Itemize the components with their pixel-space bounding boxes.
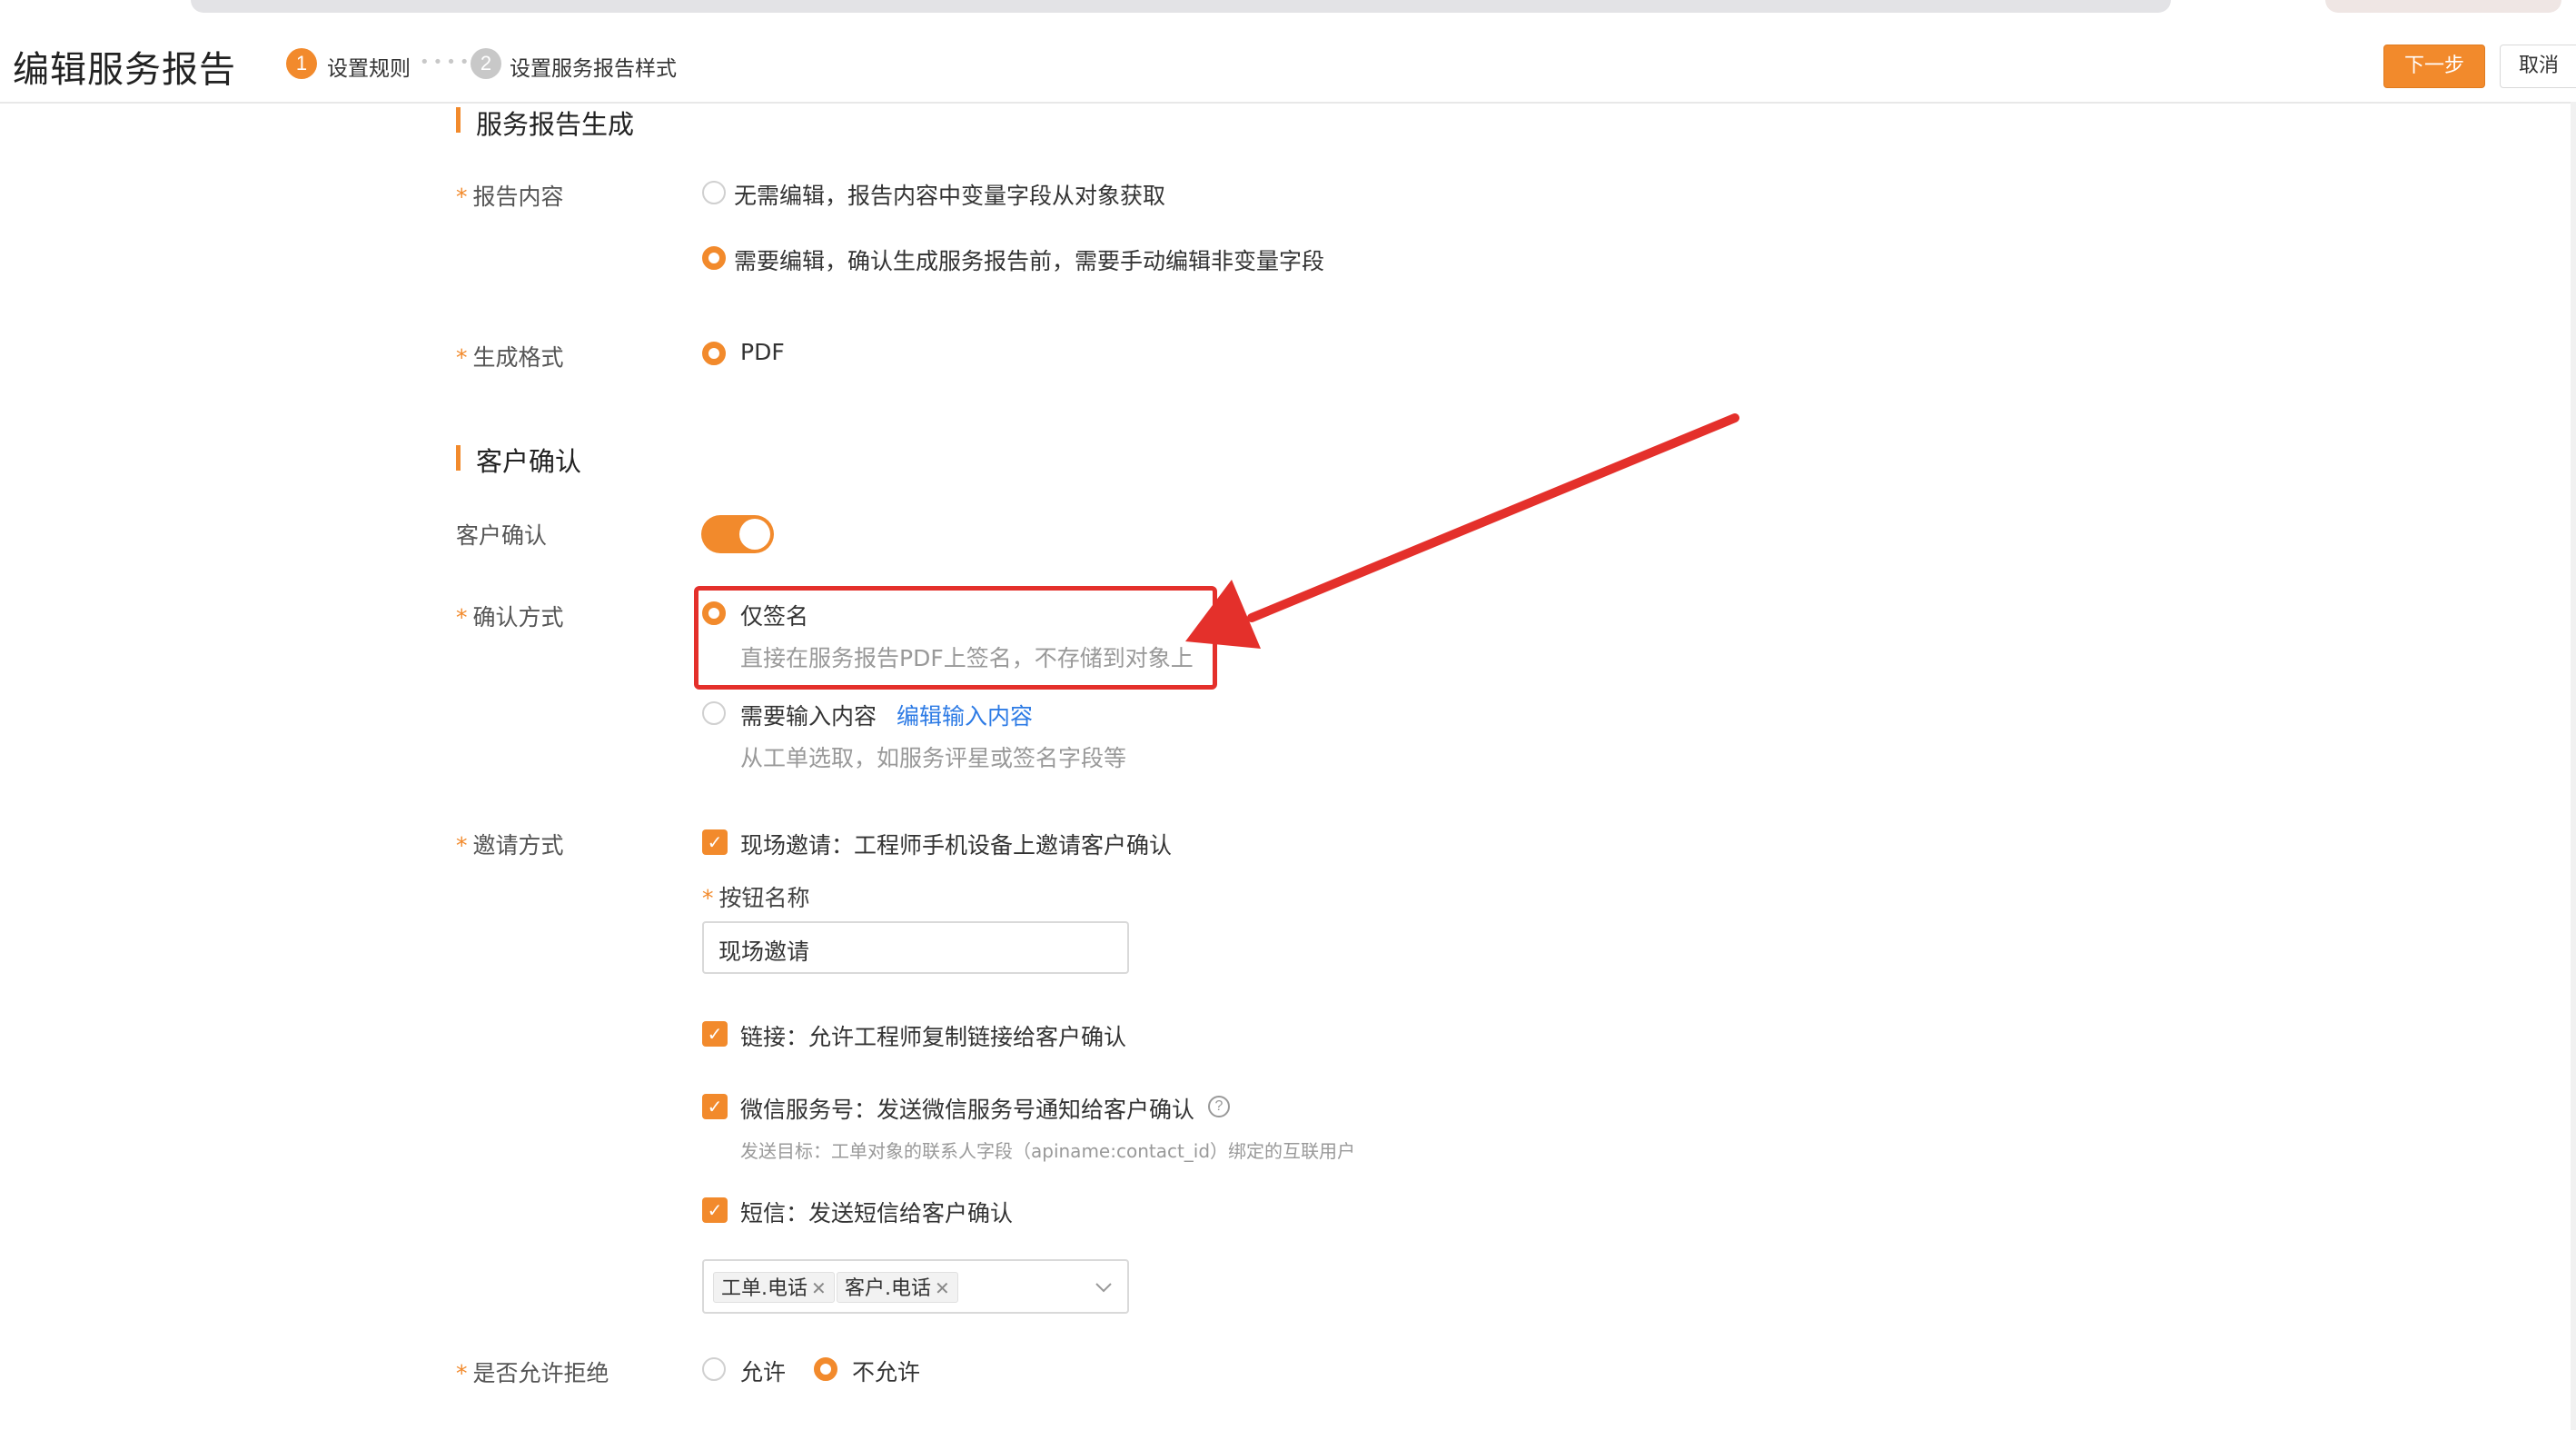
annotation-arrow-icon: [1185, 413, 1739, 649]
